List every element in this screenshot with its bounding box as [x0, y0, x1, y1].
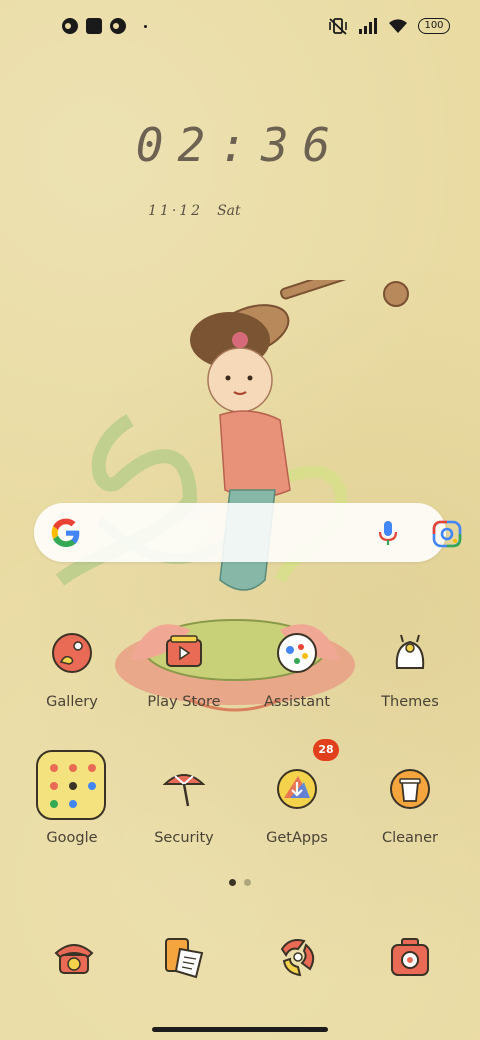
app-label: GetApps [266, 830, 328, 846]
app-assistant[interactable]: Assistant [241, 632, 351, 742]
page-dot-active[interactable] [229, 879, 236, 886]
signal-icon [359, 18, 377, 34]
notes-icon[interactable] [162, 935, 206, 979]
app-getapps[interactable]: GetApps [241, 768, 351, 878]
google-lens-icon[interactable] [432, 520, 462, 548]
app-cleaner[interactable]: Cleaner [354, 768, 464, 878]
battery-icon: 100 [418, 18, 450, 34]
security-icon [163, 774, 205, 807]
cleaner-icon [390, 769, 430, 809]
clock-day: Sat [217, 203, 241, 219]
gallery-icon [52, 633, 92, 673]
notification-badge: 28 [313, 739, 339, 761]
google-g-icon [51, 518, 80, 547]
app-security[interactable]: Security [128, 768, 238, 878]
app-label: Google [46, 830, 98, 846]
notification-icon [110, 18, 126, 34]
dot-icon [144, 24, 147, 28]
microphone-icon[interactable] [374, 519, 402, 547]
wifi-icon [389, 19, 407, 33]
vibrate-off-icon [329, 18, 347, 35]
getapps-icon [277, 769, 317, 809]
home-gesture-bar[interactable] [152, 1027, 328, 1032]
browser-icon[interactable] [276, 935, 320, 979]
page-indicator[interactable] [229, 879, 251, 886]
app-label: Themes [381, 694, 439, 710]
play-store-icon [166, 635, 202, 667]
app-gallery[interactable]: Gallery [16, 632, 126, 742]
status-right-icons: 100 [328, 17, 450, 35]
phone-icon[interactable] [52, 935, 96, 979]
app-label: Assistant [263, 694, 331, 710]
clock-time[interactable]: 02:36 [0, 118, 480, 172]
app-google-folder[interactable]: Google [16, 768, 126, 878]
clock-date-row[interactable]: 11·12 Sat [148, 203, 241, 219]
square-icon [86, 18, 102, 34]
clock-date: 11·12 [148, 203, 204, 219]
assistant-icon [277, 633, 317, 673]
app-themes[interactable]: Themes [354, 632, 464, 742]
app-label: Cleaner [381, 830, 439, 846]
app-label: Play Store [147, 694, 221, 710]
page-dot[interactable] [244, 879, 251, 886]
google-search-bar[interactable] [34, 503, 462, 562]
status-left-icons [62, 18, 147, 34]
themes-icon [395, 634, 425, 669]
app-label: Gallery [46, 694, 98, 710]
camera-icon[interactable] [388, 935, 432, 979]
notification-icon [62, 18, 78, 34]
app-play-store[interactable]: Play Store [128, 632, 238, 742]
status-bar: 100 [0, 14, 480, 42]
app-label: Security [154, 830, 214, 846]
